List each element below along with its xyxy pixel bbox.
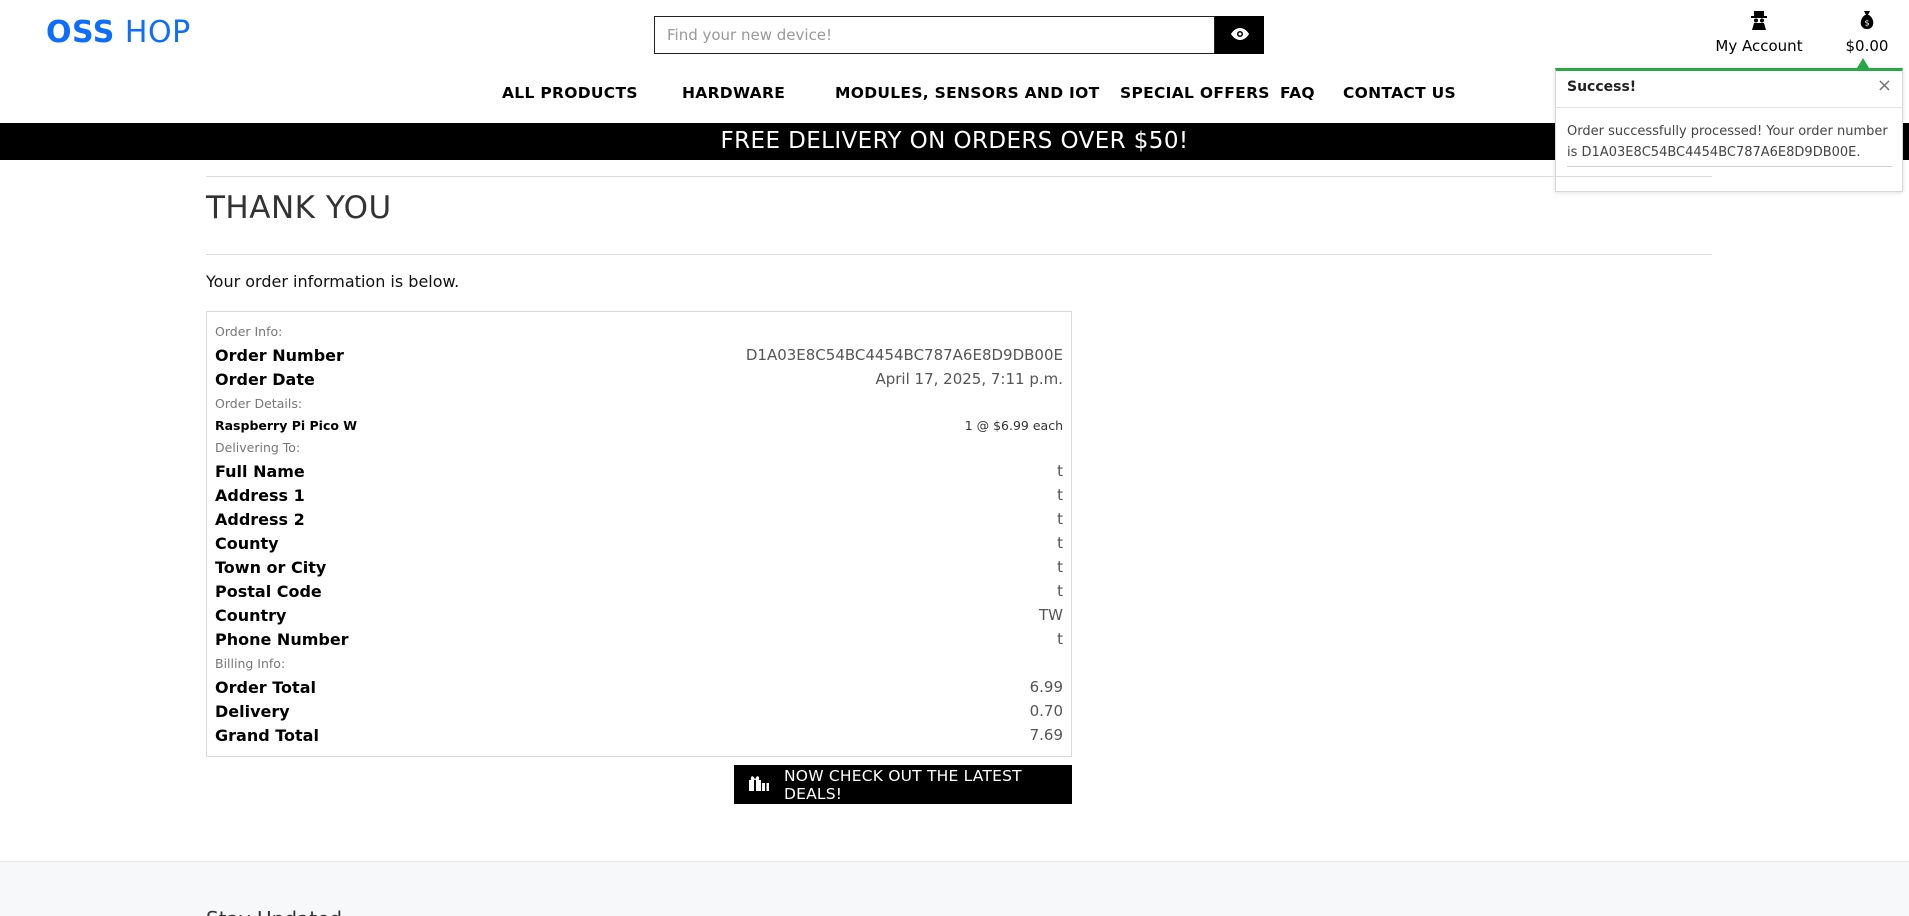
order-details-label: Order Details: <box>215 396 303 411</box>
grand-total-value: 7.69 <box>1029 726 1063 744</box>
my-account-link[interactable]: My Account <box>1712 10 1806 56</box>
order-total-label: Order Total <box>215 677 316 697</box>
phone-row: Phone Number t <box>215 629 1063 649</box>
footer: Stay Updated <box>0 861 1909 916</box>
nav-hardware[interactable]: HARDWARE <box>682 84 785 106</box>
search-bar <box>654 16 1264 54</box>
nav-contact-us[interactable]: CONTACT US <box>1343 84 1456 106</box>
grand-total-row: Grand Total 7.69 <box>215 725 1063 745</box>
address1-value: t <box>1057 486 1063 504</box>
money-bag-icon: $ <box>1857 11 1877 34</box>
order-number-value: D1A03E8C54BC4454BC787A6E8D9DB00E <box>745 346 1063 364</box>
full-name-value: t <box>1057 462 1063 480</box>
search-button[interactable] <box>1215 16 1264 54</box>
town-label: Town or City <box>215 557 327 577</box>
order-info-label: Order Info: <box>215 324 283 339</box>
phone-label: Phone Number <box>215 629 349 649</box>
cart-total: $0.00 <box>1845 37 1889 55</box>
svg-text:$: $ <box>1864 19 1869 28</box>
grand-total-label: Grand Total <box>215 725 319 745</box>
page-title: THANK YOU <box>206 190 392 226</box>
full-name-label: Full Name <box>215 461 305 481</box>
nav-all-products[interactable]: ALL PRODUCTS <box>502 84 638 106</box>
item-name: Raspberry Pi Pico W <box>215 417 358 433</box>
address2-label: Address 2 <box>215 509 305 529</box>
site-logo[interactable]: OSS HOP <box>46 15 191 51</box>
order-date-value: April 17, 2025, 7:11 p.m. <box>875 370 1063 388</box>
gifts-icon <box>748 774 770 796</box>
order-intro-text: Your order information is below. <box>206 272 460 291</box>
nav-modules-sensors-iot[interactable]: MODULES, SENSORS AND IOT <box>835 84 1099 106</box>
full-name-row: Full Name t <box>215 461 1063 481</box>
order-number-label: Order Number <box>215 345 344 365</box>
address2-value: t <box>1057 510 1063 528</box>
postal-code-value: t <box>1057 582 1063 600</box>
user-secret-icon <box>1749 11 1769 34</box>
order-summary-box: Order Info: Order Number D1A03E8C54BC445… <box>206 311 1072 757</box>
town-row: Town or City t <box>215 557 1063 577</box>
delivery-row: Delivery 0.70 <box>215 701 1063 721</box>
postal-code-label: Postal Code <box>215 581 322 601</box>
county-value: t <box>1057 534 1063 552</box>
eye-icon <box>1230 27 1249 43</box>
country-label: Country <box>215 605 287 625</box>
toast-divider <box>1556 107 1902 108</box>
town-value: t <box>1057 558 1063 576</box>
county-label: County <box>215 533 279 553</box>
order-total-row: Order Total 6.99 <box>215 677 1063 697</box>
latest-deals-label: NOW CHECK OUT THE LATEST DEALS! <box>784 766 1022 803</box>
county-row: County t <box>215 533 1063 553</box>
delivering-to-label: Delivering To: <box>215 440 301 455</box>
logo-light-text: HOP <box>114 15 191 50</box>
delivery-label: Delivery <box>215 701 290 721</box>
toast-bottom-divider <box>1567 166 1892 167</box>
country-row: Country TW <box>215 605 1063 625</box>
address1-label: Address 1 <box>215 485 305 505</box>
postal-code-row: Postal Code t <box>215 581 1063 601</box>
order-item-row: Raspberry Pi Pico W 1 @ $6.99 each <box>215 415 1063 435</box>
phone-value: t <box>1057 630 1063 648</box>
toast-message: Order successfully processed! Your order… <box>1567 124 1888 160</box>
close-icon[interactable]: × <box>1877 75 1892 96</box>
toast-title: Success! <box>1567 79 1637 95</box>
order-date-row: Order Date April 17, 2025, 7:11 p.m. <box>215 369 1063 389</box>
search-input[interactable] <box>654 16 1215 54</box>
latest-deals-button[interactable]: NOW CHECK OUT THE LATEST DEALS! <box>734 765 1072 804</box>
nav-special-offers[interactable]: SPECIAL OFFERS <box>1120 84 1270 106</box>
order-number-row: Order Number D1A03E8C54BC4454BC787A6E8D9… <box>215 345 1063 365</box>
order-date-label: Order Date <box>215 369 315 389</box>
order-total-value: 6.99 <box>1029 678 1063 696</box>
success-toast: Success! × Order successfully processed!… <box>1555 68 1903 192</box>
toast-pointer <box>1857 58 1869 68</box>
nav-faq[interactable]: FAQ <box>1280 84 1315 106</box>
item-qty-price: 1 @ $6.99 each <box>964 417 1063 433</box>
address2-row: Address 2 t <box>215 509 1063 529</box>
logo-bold-text: OSS <box>46 15 115 50</box>
address1-row: Address 1 t <box>215 485 1063 505</box>
cart-link[interactable]: $ $0.00 <box>1840 10 1894 56</box>
billing-info-label: Billing Info: <box>215 656 286 671</box>
my-account-label: My Account <box>1715 37 1803 55</box>
delivery-value: 0.70 <box>1029 702 1063 720</box>
country-value: TW <box>1039 606 1063 624</box>
title-bottom-divider <box>206 254 1712 255</box>
title-top-divider <box>206 176 1712 177</box>
